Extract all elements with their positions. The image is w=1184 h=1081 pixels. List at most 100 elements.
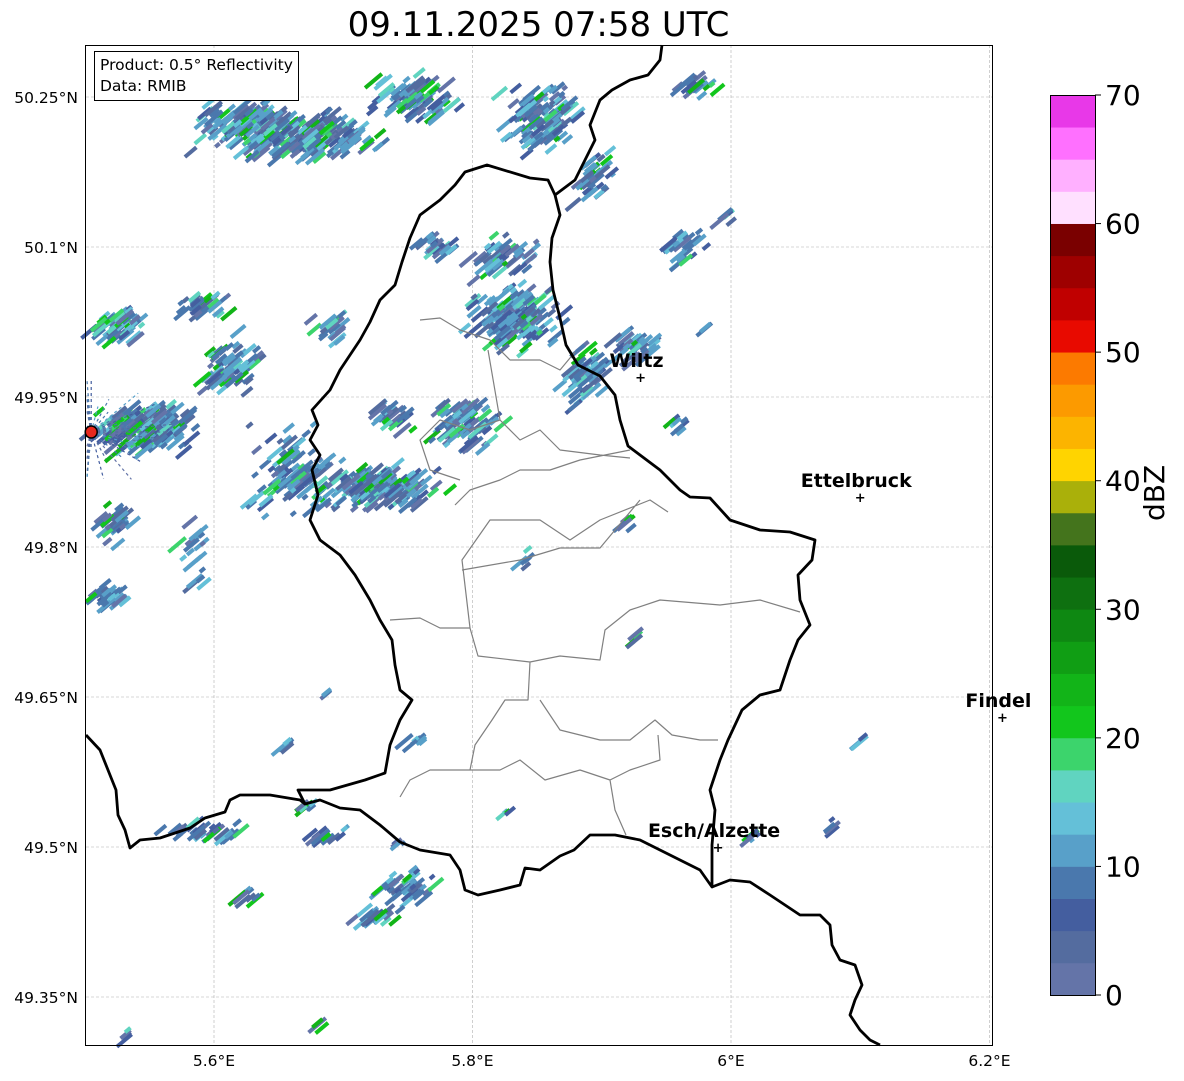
echo-cell [282,422,295,434]
radar-echoes [78,66,869,1049]
echo-cell [517,278,528,289]
colorbar-band [1050,802,1095,835]
echo-cell [232,818,242,828]
echo-cell [92,406,106,418]
echo-cell [303,312,318,326]
colorbar-band [1050,352,1095,385]
echo-cell [183,430,201,446]
colorbar-band [1050,384,1095,417]
radar-site [84,425,98,439]
echo-cell [428,873,436,881]
lon-tick-label: 5.8°E [451,1052,493,1070]
echo-cell [548,324,558,333]
colorbar-band [1050,320,1095,353]
echo-cell [508,125,524,139]
city-label: Wiltz [609,350,663,372]
echo-cell [183,145,198,159]
echo-cell [307,448,316,457]
colorbar-band [1050,480,1095,514]
echo-cell [564,196,582,213]
echo-cell [261,512,270,521]
colorbar-band [1050,577,1095,610]
city-findel[interactable]: +Findel [965,690,1031,726]
product-info-box: Product: 0.5° Reflectivity Data: RMIB [94,51,299,101]
colorbar-band [1050,930,1095,964]
echo-cell [828,816,836,824]
lat-tick-label: 50.25°N [14,89,78,107]
colorbar-unit-label: dBZ [1138,464,1171,521]
echo-cell [373,127,387,140]
echo-cell [694,227,704,236]
colorbar-band [1050,866,1095,899]
echo-cell [507,98,520,110]
colorbar-band [1050,834,1095,867]
german-border-south [711,878,881,1047]
echo-cell [466,274,481,288]
city-wiltz[interactable]: +Wiltz [609,350,663,386]
colorbar-tick-label: 40 [1105,465,1141,498]
city-label: Esch/Alzette [648,820,780,842]
echo-cell [301,429,312,439]
radar-site-marker[interactable] [84,425,98,439]
echo-cell [193,132,208,146]
city-esch-alzette[interactable]: +Esch/Alzette [648,820,780,856]
city-marker-icon: + [855,491,866,506]
colorbar-tick-label: 60 [1105,208,1141,241]
city-ettelbruck[interactable]: +Ettelbruck [801,470,912,506]
echo-cell [179,554,188,562]
colorbar-band [1050,127,1095,160]
echo-cell [214,141,221,149]
echo-cell [698,321,712,334]
colorbar-band [1050,609,1095,642]
colorbar-band [1050,545,1095,578]
lat-tick-label: 49.95°N [14,389,78,407]
map-frame [85,45,993,1046]
colorbar: 0 10 20 30 40 50 60 70 [1050,80,1141,1012]
echo-cell [167,536,187,554]
lon-tick-label: 6.2°E [968,1052,1010,1070]
colorbar-band [1050,287,1095,321]
echo-cell [701,242,712,252]
colorbar-band [1050,673,1095,707]
city-marker-icon: + [635,371,646,386]
luxembourg-border [296,163,817,897]
axis-labels: 5.6°E5.8°E6°E6.2°E6.4°E6.6°E50.25°N50.1°… [14,89,1010,1070]
data-source-label: Data: RMIB [100,77,187,95]
echo-cell [276,437,284,445]
canton-boundaries [389,317,801,836]
echo-cell [338,456,347,465]
colorbar-band [1050,159,1095,192]
colorbar-band [1050,737,1095,771]
colorbar-band [1050,95,1095,128]
colorbar-band [1050,512,1095,546]
colorbar-band [1050,962,1095,996]
product-label: Product: 0.5° Reflectivity [100,56,293,74]
colorbar-tick-label: 20 [1105,722,1141,755]
colorbar-band [1050,898,1095,932]
lat-tick-label: 49.8°N [24,539,78,557]
lat-tick-label: 49.65°N [14,689,78,707]
radar-map[interactable]: +Wiltz+Ettelbruck+Findel+Esch/Alzette 5.… [0,0,1184,1081]
echo-cell [442,483,458,497]
echo-cell [251,444,263,456]
colorbar-band [1050,770,1095,803]
colorbar-band [1050,255,1095,289]
echo-cell [509,82,523,95]
echo-cell [153,823,168,837]
colorbar-band [1050,448,1095,482]
lon-tick-label: 5.6°E [193,1052,235,1070]
colorbar-tick-label: 10 [1105,850,1141,883]
echo-cell [102,536,113,547]
echo-cell [229,323,247,339]
echo-cell [488,230,500,241]
colorbar-bands [1050,95,1095,996]
city-marker-icon: + [713,841,724,856]
echo-cell [709,212,730,230]
echo-cell [427,876,445,893]
lat-tick-label: 49.35°N [14,989,78,1007]
echo-cell [412,66,426,79]
colorbar-tick-label: 50 [1105,336,1141,369]
echo-cell [245,421,254,430]
echo-cell [522,545,533,554]
colorbar-band [1050,705,1095,739]
